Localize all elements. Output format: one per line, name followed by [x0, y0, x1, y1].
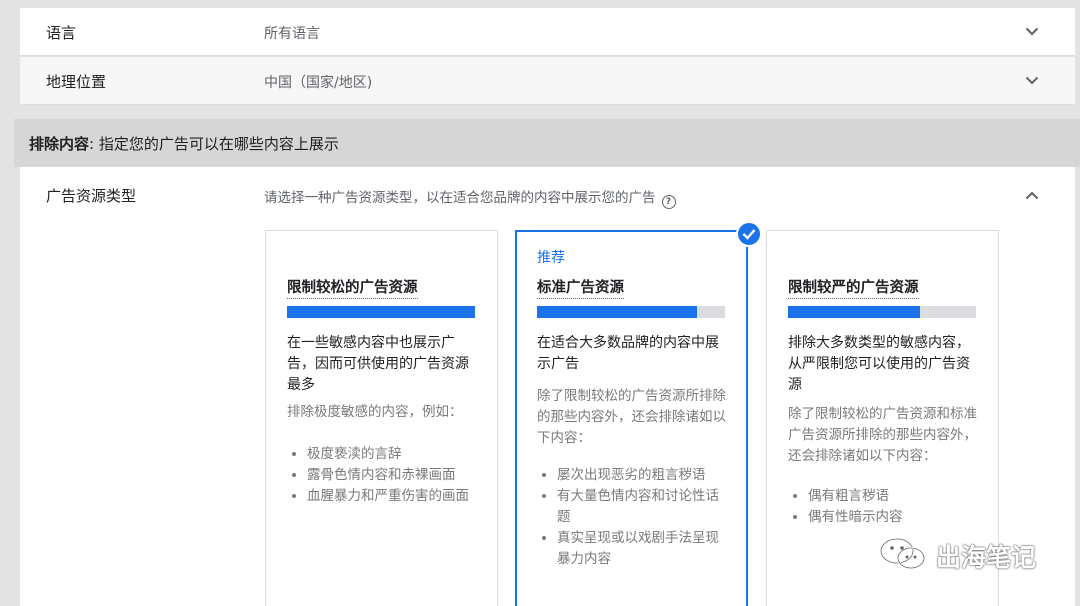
- excluded-item: 血腥暴力和严重伤害的画面: [307, 486, 479, 507]
- inventory-card-standard[interactable]: 推荐 标准广告资源 在适合大多数品牌的内容中展示广告 除了限制较松的广告资源所排…: [515, 230, 748, 606]
- restriction-level-bar: [287, 306, 475, 318]
- excluded-list: 屡次出现恶劣的粗言秽语有大量色情内容和讨论性话题真实呈现或以戏剧手法呈现暴力内容: [537, 465, 729, 570]
- section-title-bold: 排除内容: [29, 135, 90, 153]
- chevron-down-icon[interactable]: [1023, 71, 1041, 89]
- inventory-type-label: 广告资源类型: [46, 187, 137, 205]
- exclusion-section-header: 排除内容: 指定您的广告可以在哪些内容上展示: [14, 119, 1080, 167]
- restriction-level-fill: [537, 306, 697, 318]
- excluded-item: 有大量色情内容和讨论性话题: [557, 486, 729, 528]
- restriction-level-bar: [537, 306, 725, 318]
- section-title: 排除内容: 指定您的广告可以在哪些内容上展示: [29, 133, 339, 154]
- watermark-text: 出海笔记: [936, 543, 1037, 572]
- card-title: 限制较严的广告资源: [788, 276, 919, 299]
- hint-text: 请选择一种广告资源类型，以在适合您品牌的内容中展示您的广告: [264, 190, 656, 206]
- card-detail: 排除极度敏感的内容，例如：: [287, 404, 463, 420]
- inventory-type-hint: 请选择一种广告资源类型，以在适合您品牌的内容中展示您的广告?: [264, 186, 676, 209]
- excluded-list: 偶有粗言秽语偶有性暗示内容: [788, 486, 980, 528]
- card-summary: 在适合大多数品牌的内容中展示广告: [537, 335, 719, 372]
- location-row[interactable]: 地理位置 中国（国家/地区): [20, 57, 1075, 105]
- restriction-level-fill: [287, 306, 475, 318]
- inventory-card-expanded[interactable]: 限制较松的广告资源 在一些敏感内容中也展示广告，因而可供使用的广告资源最多 排除…: [265, 230, 498, 606]
- watermark: 出海笔记: [878, 536, 1036, 576]
- restriction-level-fill: [788, 306, 920, 318]
- recommended-label: 推荐: [537, 250, 565, 266]
- location-value: 中国（国家/地区): [264, 75, 373, 91]
- excluded-item: 极度亵渎的言辞: [307, 444, 479, 465]
- excluded-item: 偶有粗言秽语: [808, 486, 980, 507]
- wechat-icon: [878, 537, 928, 575]
- help-icon[interactable]: ?: [661, 195, 676, 209]
- card-title: 标准广告资源: [537, 276, 624, 299]
- chevron-up-icon[interactable]: [1023, 187, 1041, 205]
- card-title: 限制较松的广告资源: [287, 276, 418, 299]
- card-summary: 排除大多数类型的敏感内容，从严限制您可以使用的广告资源: [788, 335, 970, 393]
- location-label: 地理位置: [46, 73, 107, 91]
- excluded-item: 屡次出现恶劣的粗言秽语: [557, 465, 729, 486]
- card-summary: 在一些敏感内容中也展示广告，因而可供使用的广告资源最多: [287, 335, 469, 393]
- excluded-item: 露骨色情内容和赤裸画面: [307, 465, 479, 486]
- card-detail: 除了限制较松的广告资源和标准广告资源所排除的那些内容外，还会排除诸如以下内容：: [788, 406, 977, 464]
- excluded-list: 极度亵渎的言辞露骨色情内容和赤裸画面血腥暴力和严重伤害的画面: [287, 444, 479, 507]
- card-detail: 除了限制较松的广告资源所排除的那些内容外，还会排除诸如以下内容：: [537, 388, 726, 446]
- language-label: 语言: [46, 24, 77, 42]
- language-value: 所有语言: [264, 26, 320, 42]
- excluded-item: 偶有性暗示内容: [808, 507, 980, 528]
- top-strip: [0, 0, 1080, 8]
- language-row[interactable]: 语言 所有语言: [20, 8, 1075, 56]
- excluded-item: 真实呈现或以戏剧手法呈现暴力内容: [557, 528, 729, 570]
- section-title-rest: : 指定您的广告可以在哪些内容上展示: [89, 135, 339, 153]
- restriction-level-bar: [788, 306, 976, 318]
- selected-check-icon: [736, 221, 762, 247]
- chevron-down-icon[interactable]: [1023, 22, 1041, 40]
